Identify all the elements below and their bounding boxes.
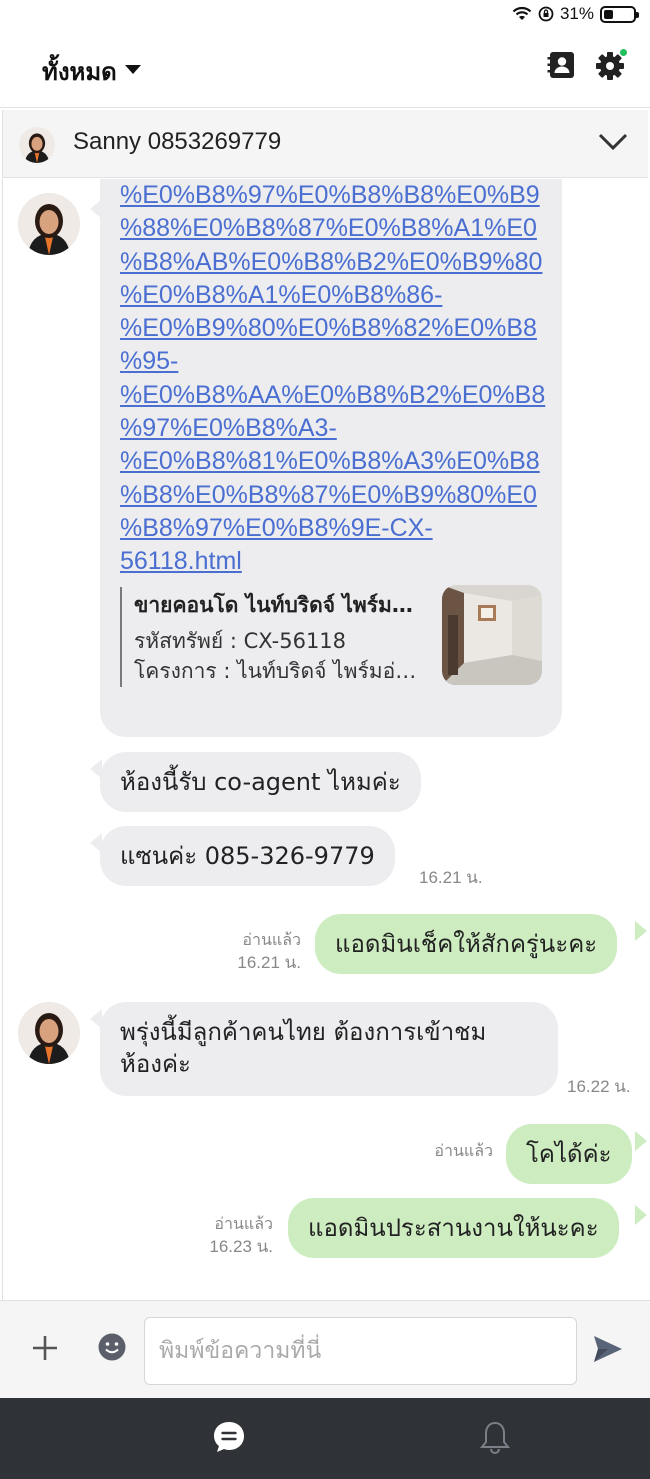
read-receipt: อ่านแล้ว — [434, 1143, 493, 1160]
message-time: 16.23 น. — [209, 1237, 273, 1256]
bubble-tail — [635, 921, 647, 941]
incoming-message: ห้องนี้รับ co-agent ไหมค่ะ — [100, 752, 421, 812]
bubble-tail — [90, 833, 102, 853]
link-line: %E0%B8%AA%E0%B8%B2%E0%B8 — [120, 380, 546, 409]
read-receipt: อ่านแล้ว — [242, 932, 301, 949]
link-line: %97%E0%B8%A3- — [120, 414, 337, 443]
bubble-tail — [635, 1131, 647, 1151]
battery-icon — [600, 5, 639, 23]
sender-avatar — [18, 193, 80, 255]
link-preview-card[interactable]: ขายคอนโด ไนท์บริดจ์ ไพร์มอ่อนนุช รหัสทรั… — [120, 585, 542, 687]
message-text: ห้องค่ะ — [120, 1050, 191, 1078]
message-link[interactable]: %E0%B8%97%E0%B8%B8%E0%B9 %88%E0%B8%87%E0… — [120, 179, 550, 579]
chevron-down-icon[interactable] — [598, 130, 628, 154]
read-receipt-group: อ่านแล้ว 16.23 น. — [193, 1214, 273, 1258]
link-line: %E0%B8%A1%E0%B8%86- — [120, 280, 443, 309]
message-text: โคได้ค่ะ — [526, 1140, 612, 1168]
online-status-dot — [619, 48, 628, 57]
outgoing-message: แอดมินประสานงานให้นะคะ — [288, 1198, 619, 1258]
bottom-navigation — [0, 1398, 650, 1479]
settings-button[interactable] — [594, 48, 628, 82]
link-line: %B8%E0%B8%87%E0%B9%80%E0 — [120, 480, 537, 509]
incoming-message: พรุ่งนี้มีลูกค้าคนไทย ต้องการเข้าชม ห้อง… — [100, 1002, 558, 1096]
incoming-message: แซนค่ะ 085-326-9779 — [100, 826, 395, 886]
link-line: %E0%B8%81%E0%B8%A3%E0%B8 — [120, 447, 540, 476]
preview-thumbnail — [442, 585, 542, 685]
preview-property-code: รหัสทรัพย์ : CX-56118 — [134, 629, 347, 653]
link-line: %E0%B9%80%E0%B8%82%E0%B8 — [120, 314, 537, 343]
send-icon[interactable] — [592, 1334, 624, 1364]
link-line: %B8%AB%E0%B8%B2%E0%B9%80 — [120, 247, 543, 276]
chat-header[interactable]: Sanny 0853269779 — [2, 110, 648, 178]
contact-avatar — [19, 127, 55, 163]
plus-icon[interactable] — [30, 1333, 60, 1363]
battery-percent: 31% — [559, 4, 594, 23]
outgoing-message: โคได้ค่ะ — [506, 1124, 632, 1184]
caret-down-icon — [124, 65, 141, 74]
top-bar: ทั้งหมด — [0, 30, 650, 108]
preview-divider — [120, 587, 122, 687]
read-receipt: อ่านแล้ว — [214, 1216, 273, 1233]
contact-name: Sanny 0853269779 — [73, 128, 282, 155]
contact-card-icon[interactable] — [546, 50, 576, 80]
emoji-icon[interactable] — [97, 1332, 127, 1362]
link-message-bubble: %E0%B8%97%E0%B8%B8%E0%B9 %88%E0%B8%87%E0… — [100, 179, 562, 737]
message-list[interactable]: %E0%B8%97%E0%B8%B8%E0%B9 %88%E0%B8%87%E0… — [2, 179, 648, 1300]
bubble-tail — [90, 1009, 102, 1029]
preview-project: โครงการ : ไนท์บริดจ์ ไพร์มอ่อนนุช — [134, 659, 418, 683]
message-text: แซนค่ะ 085-326-9779 — [120, 842, 375, 870]
filter-dropdown[interactable]: ทั้งหมด — [42, 52, 141, 91]
link-line: %E0%B8%97%E0%B8%B8%E0%B9 — [120, 181, 540, 209]
sender-avatar — [18, 1002, 80, 1064]
bell-icon[interactable] — [480, 1420, 510, 1454]
message-time: 16.22 น. — [567, 1077, 631, 1096]
outgoing-message: แอดมินเช็คให้สักครู่นะคะ — [315, 914, 618, 974]
message-text: แอดมินเช็คให้สักครู่นะคะ — [335, 930, 598, 958]
orientation-lock-icon — [538, 6, 554, 22]
link-line: %88%E0%B8%87%E0%B8%A1%E0 — [120, 214, 537, 243]
link-line: %B8%97%E0%B8%9E-CX- — [120, 513, 433, 542]
message-time: 16.21 น. — [419, 868, 483, 887]
bubble-tail — [635, 1205, 647, 1225]
link-line: 56118.html — [120, 547, 242, 576]
link-line: %95- — [120, 347, 179, 376]
status-icons: 31% — [512, 4, 639, 24]
message-time: 16.21 น. — [237, 953, 301, 972]
chat-bubble-icon[interactable] — [212, 1420, 246, 1454]
status-bar: 31% — [0, 0, 650, 30]
message-composer — [0, 1300, 650, 1398]
filter-label: ทั้งหมด — [42, 58, 117, 86]
message-text: แอดมินประสานงานให้นะคะ — [308, 1214, 599, 1242]
message-text: ห้องนี้รับ co-agent ไหมค่ะ — [120, 768, 401, 796]
wifi-icon — [512, 6, 532, 20]
bubble-tail — [90, 199, 102, 219]
message-input[interactable] — [144, 1317, 577, 1385]
bubble-tail — [90, 759, 102, 779]
message-text: พรุ่งนี้มีลูกค้าคนไทย ต้องการเข้าชม — [120, 1018, 487, 1046]
preview-title: ขายคอนโด ไนท์บริดจ์ ไพร์มอ่อนนุช — [134, 593, 418, 617]
read-receipt-group: อ่านแล้ว 16.21 น. — [221, 930, 301, 974]
